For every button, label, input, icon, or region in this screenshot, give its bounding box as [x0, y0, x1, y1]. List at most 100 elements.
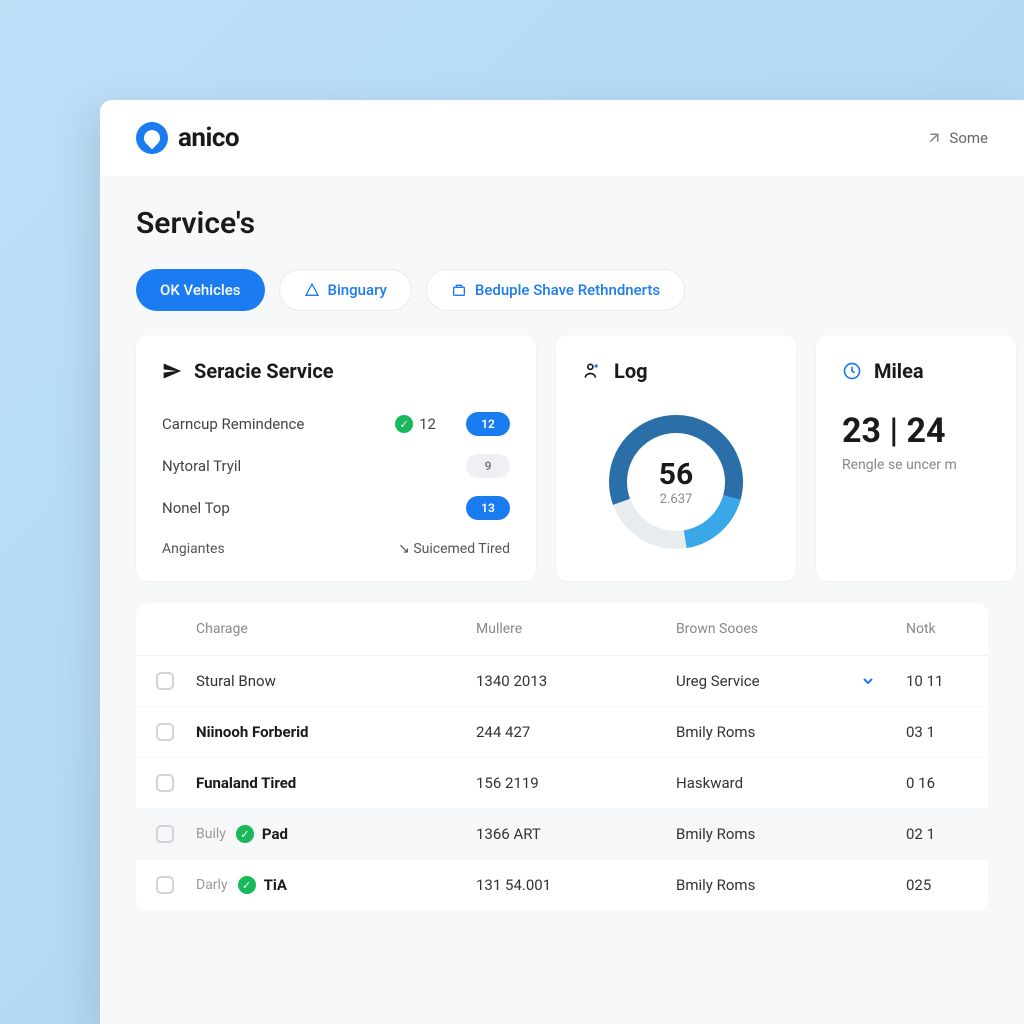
cell-notk: 025	[906, 876, 968, 894]
col-brown[interactable]: Brown Sooes	[676, 621, 906, 637]
table-row[interactable]: Buily ✓ Pad 1366 ART Bmily Roms 02 1	[136, 809, 988, 860]
row-name: Pad	[262, 825, 288, 843]
donut-chart: 56 2.637	[601, 407, 751, 557]
service-footer-right[interactable]: ↘ Suicemed Tired	[398, 541, 510, 557]
donut-sub: 2.637	[659, 492, 693, 507]
tab-label: Beduple Shave Rethndnerts	[475, 281, 660, 299]
cell-charage: Funaland Tired	[196, 774, 476, 792]
card-milea: Milea 23 | 24 Rengle se uncer m	[816, 335, 1016, 581]
card-log-title: Log	[582, 359, 648, 383]
brown-text: Ureg Service	[676, 672, 760, 690]
tab-label: OK Vehicles	[160, 281, 241, 299]
row-name: TiA	[264, 876, 287, 894]
donut-center: 56 2.637	[659, 457, 693, 507]
col-notk[interactable]: Notk	[906, 621, 968, 637]
cell-brown: Ureg Service	[676, 672, 906, 690]
cards-row: Seracie Service Carncup Remindence ✓ 12 …	[136, 335, 988, 581]
service-row: Nytoral Tryil 9	[162, 445, 510, 487]
header-right: Some	[925, 129, 988, 147]
tab-label: Binguary	[328, 281, 387, 299]
brown-text: Haskward	[676, 774, 743, 792]
cell-charage: Stural Bnow	[196, 672, 476, 690]
person-icon	[582, 361, 602, 381]
brand-name: anico	[178, 123, 239, 153]
cell-mullere: 131 54.001	[476, 876, 676, 894]
cell-mullere: 1340 2013	[476, 672, 676, 690]
app-window: anico Some Service's OK Vehicles Binguar…	[100, 100, 1024, 1024]
table-header: Charage Mullere Brown Sooes Notk	[136, 603, 988, 656]
clock-icon	[842, 361, 862, 381]
row-checkbox[interactable]	[156, 876, 174, 894]
service-footer: Angiantes ↘ Suicemed Tired	[162, 541, 510, 557]
service-label: Nytoral Tryil	[162, 457, 436, 475]
service-row: Carncup Remindence ✓ 12 12	[162, 403, 510, 445]
row-name: Funaland Tired	[196, 774, 296, 792]
cell-notk: 03 1	[906, 723, 968, 741]
cell-brown: Bmily Roms	[676, 723, 906, 741]
service-pill[interactable]: 9	[466, 454, 510, 478]
brown-text: Bmily Roms	[676, 723, 755, 741]
header: anico Some	[100, 100, 1024, 176]
check-icon: ✓	[236, 825, 254, 843]
service-label: Carncup Remindence	[162, 415, 395, 433]
tab-binguary[interactable]: Binguary	[279, 269, 412, 311]
card-title-text: Log	[614, 359, 648, 383]
cell-notk: 0 16	[906, 774, 968, 792]
card-service-title: Seracie Service	[162, 359, 510, 383]
content-area: Service's OK Vehicles Binguary Beduple S…	[100, 176, 1024, 931]
cell-charage: Darly ✓ TiA	[196, 876, 476, 894]
external-icon	[925, 129, 943, 147]
tab-beduple[interactable]: Beduple Shave Rethndnerts	[426, 269, 685, 311]
col-charage[interactable]: Charage	[196, 621, 476, 637]
milea-sub: Rengle se uncer m	[842, 457, 990, 473]
row-name: Niinooh Forberid	[196, 723, 308, 741]
send-icon	[162, 361, 182, 381]
service-mid-value: 12	[419, 415, 436, 433]
row-checkbox[interactable]	[156, 723, 174, 741]
data-table: Charage Mullere Brown Sooes Notk Stural …	[136, 603, 988, 911]
row-prefix: Darly	[196, 877, 228, 893]
cell-charage: Niinooh Forberid	[196, 723, 476, 741]
cell-notk: 10 11	[906, 672, 968, 690]
card-milea-title: Milea	[842, 359, 990, 383]
triangle-icon	[304, 282, 320, 298]
row-prefix: Buily	[196, 826, 226, 842]
check-icon: ✓	[395, 415, 413, 433]
cell-charage: Buily ✓ Pad	[196, 825, 476, 843]
tabs: OK Vehicles Binguary Beduple Shave Rethn…	[136, 269, 988, 311]
brown-text: Bmily Roms	[676, 825, 755, 843]
service-row: Nonel Top 13	[162, 487, 510, 529]
chevron-down-icon[interactable]	[860, 673, 876, 689]
cell-mullere: 1366 ART	[476, 825, 676, 843]
card-title-text: Milea	[874, 359, 924, 383]
cell-brown: Bmily Roms	[676, 825, 906, 843]
header-item-some[interactable]: Some	[925, 129, 988, 147]
card-title-text: Seracie Service	[194, 359, 334, 383]
col-mullere[interactable]: Mullere	[476, 621, 676, 637]
table-row[interactable]: Darly ✓ TiA 131 54.001 Bmily Roms 025	[136, 860, 988, 911]
service-mid: ✓ 12	[395, 415, 436, 433]
cell-mullere: 156 2119	[476, 774, 676, 792]
box-icon	[451, 282, 467, 298]
cell-notk: 02 1	[906, 825, 968, 843]
service-label: Nonel Top	[162, 499, 436, 517]
cell-mullere: 244 427	[476, 723, 676, 741]
logo[interactable]: anico	[136, 122, 239, 154]
service-footer-left: Angiantes	[162, 541, 225, 557]
service-pill[interactable]: 12	[466, 412, 510, 436]
table-row[interactable]: Niinooh Forberid 244 427 Bmily Roms 03 1	[136, 707, 988, 758]
row-name: Stural Bnow	[196, 672, 276, 690]
brown-text: Bmily Roms	[676, 876, 755, 894]
table-row[interactable]: Funaland Tired 156 2119 Haskward 0 16	[136, 758, 988, 809]
tab-ok-vehicles[interactable]: OK Vehicles	[136, 269, 265, 311]
card-log: Log 56 2.637	[556, 335, 796, 581]
header-item-label: Some	[949, 129, 988, 147]
cell-brown: Haskward	[676, 774, 906, 792]
row-checkbox[interactable]	[156, 672, 174, 690]
row-checkbox[interactable]	[156, 774, 174, 792]
service-pill[interactable]: 13	[466, 496, 510, 520]
table-row[interactable]: Stural Bnow 1340 2013 Ureg Service 10 11	[136, 656, 988, 707]
row-checkbox[interactable]	[156, 825, 174, 843]
cell-brown: Bmily Roms	[676, 876, 906, 894]
card-service: Seracie Service Carncup Remindence ✓ 12 …	[136, 335, 536, 581]
